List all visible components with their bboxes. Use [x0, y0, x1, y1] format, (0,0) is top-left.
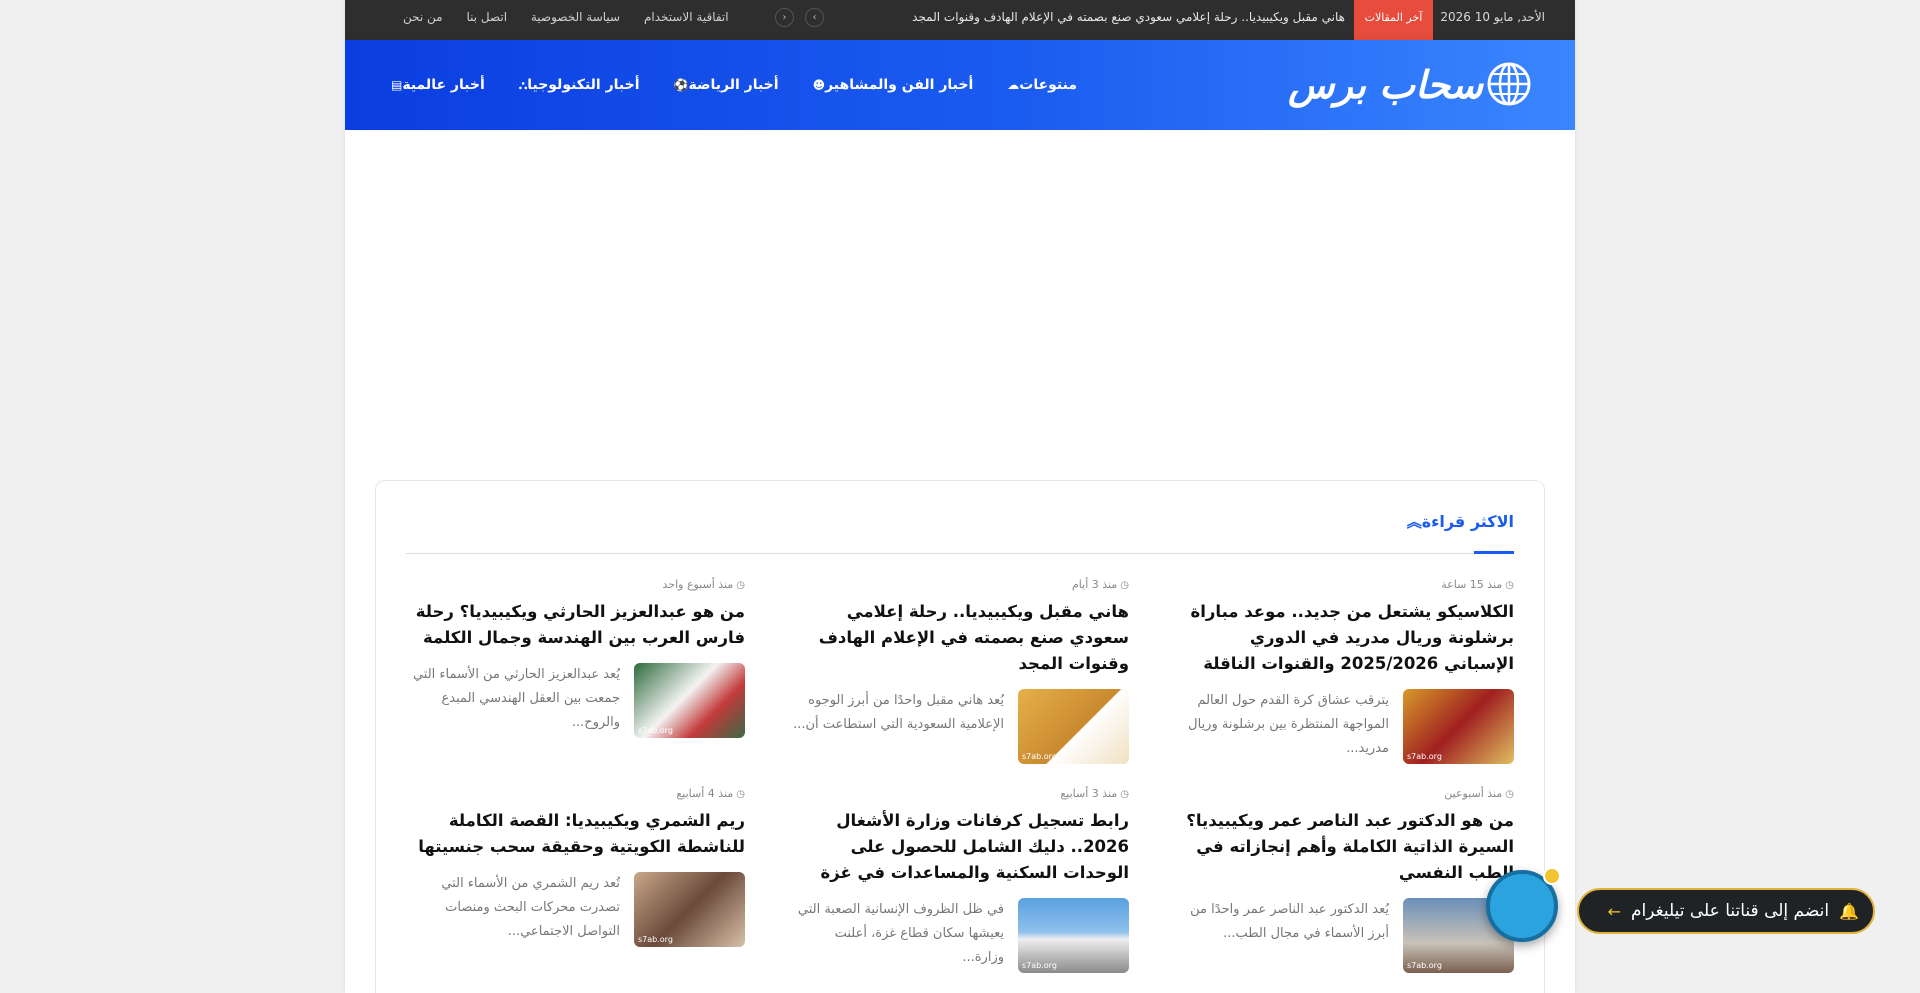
top-links: اتفاقية الاستخدام سياسة الخصوصية اتصل بن… [383, 0, 729, 40]
nav-item-label: أخبار التكنولوجيا [527, 77, 640, 93]
double-chevron-up-icon: ︽ [1406, 513, 1422, 531]
watermark: s7ab.org [1022, 961, 1057, 970]
watermark: s7ab.org [1407, 752, 1442, 761]
list-item[interactable]: ◷منذ أسبوع واحد من هو عبدالعزيز الحارثي … [407, 577, 745, 738]
post-thumbnail[interactable]: s7ab.org [1018, 898, 1129, 973]
news-ticker-link[interactable]: هاني مقبل ويكيبيديا.. رحلة إعلامي سعودي … [912, 0, 1345, 40]
post-excerpt: يُعد هاني مقبل واحدًا من أبرز الوجوه الإ… [793, 693, 1004, 732]
post-meta: ◷منذ 4 أسابيع [407, 786, 745, 802]
contact-link[interactable]: اتصل بنا [466, 0, 507, 34]
arrow-left-icon: ← [1607, 901, 1621, 921]
list-item[interactable]: ◷منذ 15 ساعة الكلاسيكو يشتعل من جديد.. م… [1176, 577, 1514, 764]
post-title[interactable]: من هو الدكتور عبد الناصر عمر ويكيبيديا؟ … [1176, 808, 1514, 886]
post-meta: ◷منذ 15 ساعة [1176, 577, 1514, 593]
telegram-join-label: انضم إلى قناتنا على تيليغرام [1631, 901, 1830, 921]
clock-icon: ◷ [1505, 789, 1514, 800]
about-link[interactable]: من نحن [403, 0, 443, 34]
post-excerpt: يترقب عشاق كرة القدم حول العالم المواجهة… [1188, 693, 1389, 756]
cloud-icon: ☁ [1007, 78, 1020, 92]
logo-text: سحاب برس [1288, 62, 1483, 107]
post-time: منذ 4 أسابيع [676, 787, 734, 800]
post-thumbnail[interactable]: s7ab.org [1018, 689, 1129, 764]
post-title[interactable]: هاني مقبل ويكيبيديا.. رحلة إعلامي سعودي … [791, 599, 1129, 677]
clock-icon: ◷ [736, 580, 745, 591]
most-read-widget: ︽ الاكثر قراءة ◷منذ 15 ساعة الكلاسيكو يش… [375, 480, 1545, 993]
ticker-prev-button[interactable]: ‹ [775, 8, 794, 27]
ticker-next-button[interactable]: › [805, 8, 824, 27]
nav-item-celebrity-news[interactable]: ☻ أخبار الفن والمشاهير [807, 77, 974, 93]
watermark: s7ab.org [638, 726, 673, 735]
post-thumbnail[interactable]: s7ab.org [634, 872, 745, 947]
post-title[interactable]: ريم الشمري ويكيبيديا: القصة الكاملة للنا… [407, 808, 745, 860]
title-underline [1474, 551, 1514, 554]
post-time: منذ أسبوعين [1444, 787, 1503, 800]
page-wrapper: الأحد, مايو 10 2026 آخر المقالات هاني مق… [345, 0, 1575, 993]
telegram-join-button[interactable]: 🔔 انضم إلى قناتنا على تيليغرام ← [1577, 888, 1875, 934]
post-title[interactable]: رابط تسجيل كرفانات وزارة الأشغال 2026.. … [791, 808, 1129, 886]
sitemap-icon: ⛬ [518, 77, 528, 92]
list-item[interactable]: ◷منذ أسبوعين من هو الدكتور عبد الناصر عم… [1176, 786, 1514, 973]
widget-title-text: الاكثر قراءة [1421, 512, 1514, 531]
clock-icon: ◷ [1505, 580, 1514, 591]
bell-icon: 🔔 [1839, 901, 1859, 921]
nav-item-label: أخبار الرياضة [688, 77, 779, 93]
nav-item-label: أخبار عالمية [402, 77, 485, 93]
watermark: s7ab.org [1022, 752, 1057, 761]
clock-icon: ◷ [1120, 580, 1129, 591]
nav-item-tech-news[interactable]: ⛬ أخبار التكنولوجيا [513, 77, 640, 93]
watermark: s7ab.org [1407, 961, 1442, 970]
post-thumbnail[interactable]: s7ab.org [1403, 689, 1514, 764]
post-thumbnail[interactable]: s7ab.org [634, 663, 745, 738]
post-time: منذ 3 أسابيع [1060, 787, 1118, 800]
latest-articles-badge[interactable]: آخر المقالات [1354, 0, 1433, 40]
post-time: منذ أسبوع واحد [662, 578, 734, 591]
list-item[interactable]: ◷منذ 3 أيام هاني مقبل ويكيبيديا.. رحلة إ… [791, 577, 1129, 764]
smile-icon: ☻ [812, 78, 826, 92]
football-icon: ⚽ [673, 78, 689, 92]
post-excerpt: في ظل الظروف الإنسانية الصعبة التي يعيشه… [797, 902, 1004, 965]
post-meta: ◷منذ 3 أيام [791, 577, 1129, 593]
list-item[interactable]: ◷منذ 4 أسابيع ريم الشمري ويكيبيديا: القص… [407, 786, 745, 947]
top-bar: الأحد, مايو 10 2026 آخر المقالات هاني مق… [345, 0, 1575, 40]
globe-icon [1487, 62, 1531, 106]
main-nav: ▤ أخبار عالمية ⛬ أخبار التكنولوجيا ⚽ أخب… [385, 40, 1105, 130]
privacy-link[interactable]: سياسة الخصوصية [531, 0, 620, 34]
post-time: منذ 3 أيام [1072, 578, 1118, 591]
clock-icon: ◷ [1120, 789, 1129, 800]
divider [406, 553, 1514, 554]
post-title[interactable]: من هو عبدالعزيز الحارثي ويكيبيديا؟ رحلة … [407, 599, 745, 651]
post-title[interactable]: الكلاسيكو يشتعل من جديد.. موعد مباراة بر… [1176, 599, 1514, 677]
nav-item-sports-news[interactable]: ⚽ أخبار الرياضة [668, 77, 779, 93]
post-time: منذ 15 ساعة [1441, 578, 1503, 591]
nav-item-label: أخبار الفن والمشاهير [825, 77, 974, 93]
terms-link[interactable]: اتفاقية الاستخدام [644, 0, 729, 34]
current-date: الأحد, مايو 10 2026 [1440, 10, 1545, 24]
nav-item-label: منتوعات [1019, 77, 1078, 93]
watermark: s7ab.org [638, 935, 673, 944]
widget-title: ︽ الاكثر قراءة [1402, 511, 1514, 532]
post-meta: ◷منذ أسبوعين [1176, 786, 1514, 802]
nav-item-world-news[interactable]: ▤ أخبار عالمية [385, 77, 485, 93]
ad-space [345, 130, 1575, 480]
post-excerpt: يُعد عبدالعزيز الحارثي من الأسماء التي ج… [412, 667, 620, 730]
main-header: سحاب برس ▤ أخبار عالمية ⛬ أخبار التكنولو… [345, 40, 1575, 130]
newspaper-icon: ▤ [391, 78, 403, 92]
post-meta: ◷منذ أسبوع واحد [407, 577, 746, 593]
site-logo[interactable]: سحاب برس [1288, 60, 1533, 112]
clock-icon: ◷ [736, 789, 745, 800]
ticker-controls: ‹ › [775, 8, 825, 28]
list-item[interactable]: ◷منذ 3 أسابيع رابط تسجيل كرفانات وزارة ا… [791, 786, 1129, 973]
post-excerpt: تُعد ريم الشمري من الأسماء التي تصدرت مح… [441, 876, 620, 939]
post-meta: ◷منذ 3 أسابيع [791, 786, 1129, 802]
post-excerpt: يُعد الدكتور عبد الناصر عمر واحدًا من أب… [1190, 902, 1389, 941]
paper-plane-icon [1511, 897, 1533, 916]
notification-dot [1543, 867, 1561, 885]
nav-item-misc[interactable]: ☁ منتوعات [1001, 77, 1077, 93]
